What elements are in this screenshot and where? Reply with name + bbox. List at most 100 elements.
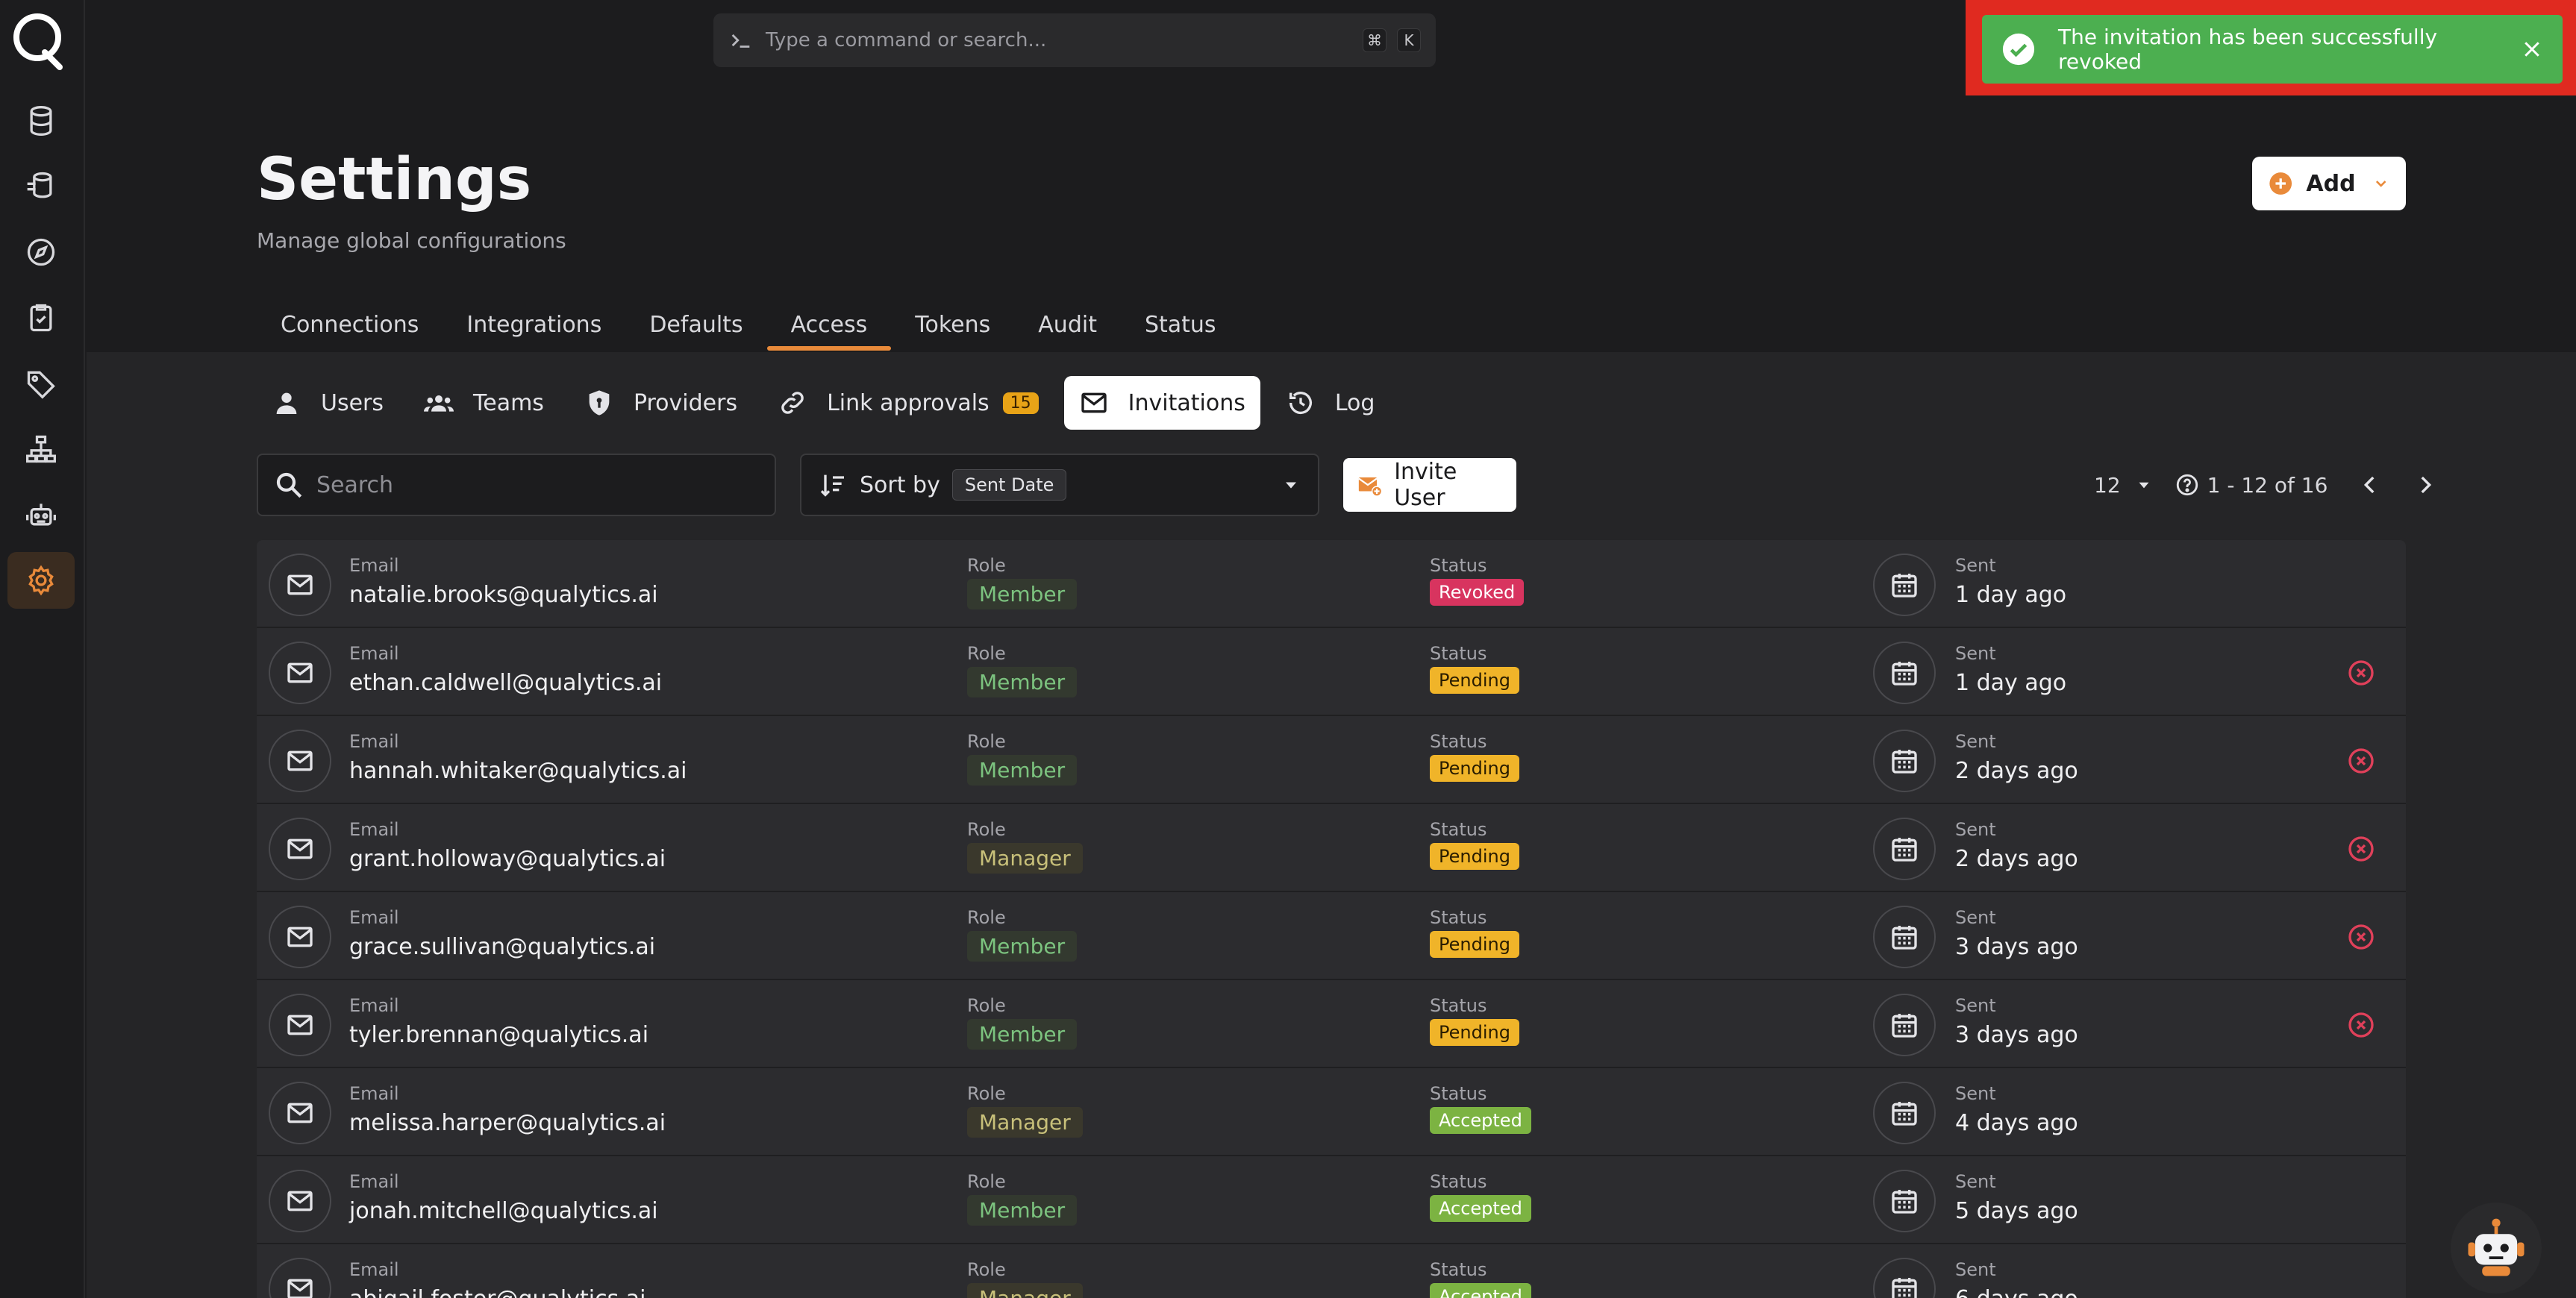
- tab-tokens[interactable]: Tokens: [891, 298, 1014, 351]
- close-icon[interactable]: [2521, 38, 2543, 60]
- status-badge: Accepted: [1430, 1195, 1531, 1222]
- invite-user-button[interactable]: Invite User: [1343, 458, 1516, 512]
- assistant-bot-button[interactable]: [2451, 1203, 2542, 1294]
- email-value: melissa.harper@qualytics.ai: [349, 1110, 666, 1136]
- tab-connections[interactable]: Connections: [257, 298, 443, 351]
- status-badge: Pending: [1430, 1019, 1519, 1046]
- command-placeholder: Type a command or search...: [766, 29, 1047, 51]
- tab-access[interactable]: Access: [766, 298, 892, 351]
- settings-tabs: Connections Integrations Defaults Access…: [257, 298, 1240, 352]
- add-button-label: Add: [2306, 170, 2356, 197]
- sent-label: Sent: [1955, 907, 1996, 928]
- add-button[interactable]: Add: [2252, 157, 2406, 210]
- page-size-caret-icon[interactable]: [2134, 475, 2154, 495]
- search-placeholder: Search: [316, 471, 394, 498]
- compass-icon[interactable]: [7, 224, 75, 280]
- revoke-invitation-icon[interactable]: [2346, 658, 2376, 688]
- mail-icon: [269, 642, 331, 704]
- role-label: Role: [967, 1259, 1006, 1280]
- table-row[interactable]: Email abigail.foster@qualytics.ai Role Mana…: [257, 1244, 2406, 1298]
- tab-audit[interactable]: Audit: [1014, 298, 1121, 351]
- team-icon: [424, 395, 454, 412]
- subtab-teams[interactable]: Teams: [409, 376, 559, 430]
- tag-icon[interactable]: [7, 355, 75, 412]
- role-label: Role: [967, 731, 1006, 752]
- email-value: natalie.brooks@qualytics.ai: [349, 582, 658, 608]
- chevron-right-icon[interactable]: [2413, 472, 2438, 498]
- subtab-users[interactable]: Users: [257, 376, 398, 430]
- sent-label: Sent: [1955, 1083, 1996, 1104]
- mail-icon: [1081, 392, 1107, 413]
- email-label: Email: [349, 819, 399, 840]
- gear-icon[interactable]: [7, 552, 75, 609]
- subtab-log[interactable]: Log: [1271, 376, 1390, 430]
- calendar-icon: [1873, 642, 1936, 704]
- role-badge: Manager: [967, 1283, 1083, 1298]
- chevron-left-icon[interactable]: [2357, 472, 2383, 498]
- revoke-invitation-icon[interactable]: [2346, 834, 2376, 864]
- search-input[interactable]: Search: [257, 454, 776, 516]
- calendar-icon: [1873, 1170, 1936, 1232]
- email-label: Email: [349, 907, 399, 928]
- pagination: 12 1 - 12 of 16: [2094, 463, 2438, 507]
- status-label: Status: [1430, 819, 1487, 840]
- robot-icon[interactable]: [7, 486, 75, 543]
- datastream-icon[interactable]: [7, 158, 75, 215]
- table-row[interactable]: Email grace.sullivan@qualytics.ai Role Memb…: [257, 892, 2406, 980]
- hierarchy-icon[interactable]: [7, 421, 75, 477]
- command-search-bar[interactable]: Type a command or search... ⌘ K: [713, 13, 1436, 67]
- robot-icon: [2468, 1218, 2525, 1276]
- table-row[interactable]: Email grant.holloway@qualytics.ai Role Mana…: [257, 804, 2406, 892]
- table-row[interactable]: Email ethan.caldwell@qualytics.ai Role Memb…: [257, 628, 2406, 716]
- status-label: Status: [1430, 1259, 1487, 1280]
- email-value: jonah.mitchell@qualytics.ai: [349, 1198, 658, 1224]
- role-badge: Member: [967, 755, 1078, 786]
- subtab-invitations[interactable]: Invitations: [1063, 376, 1260, 430]
- table-row[interactable]: Email natalie.brooks@qualytics.ai Role Memb…: [257, 540, 2406, 628]
- table-row[interactable]: Email jonah.mitchell@qualytics.ai Role Memb…: [257, 1156, 2406, 1244]
- status-badge: Revoked: [1430, 579, 1525, 606]
- sent-value: 5 days ago: [1955, 1198, 2078, 1224]
- subtab-providers[interactable]: Providers: [569, 376, 752, 430]
- sent-value: 1 day ago: [1955, 582, 2067, 608]
- help-circle-icon[interactable]: [2175, 472, 2200, 498]
- email-value: ethan.caldwell@qualytics.ai: [349, 670, 663, 696]
- mail-plus-icon: [1358, 477, 1383, 497]
- table-row[interactable]: Email tyler.brennan@qualytics.ai Role Membe…: [257, 980, 2406, 1068]
- mail-icon: [269, 1258, 331, 1298]
- status-label: Status: [1430, 1083, 1487, 1104]
- status-label: Status: [1430, 995, 1487, 1016]
- search-icon: [276, 472, 302, 498]
- subtab-invitations-label: Invitations: [1128, 389, 1245, 416]
- qualytics-logo[interactable]: [10, 10, 67, 70]
- role-badge: Manager: [967, 843, 1083, 874]
- revoke-invitation-icon[interactable]: [2346, 746, 2376, 776]
- sort-select[interactable]: Sort by Sent Date: [800, 454, 1319, 516]
- sort-value-chip: Sent Date: [951, 469, 1067, 501]
- role-label: Role: [967, 555, 1006, 576]
- table-row[interactable]: Email hannah.whitaker@qualytics.ai Role Mem…: [257, 716, 2406, 804]
- revoke-invitation-icon[interactable]: [2346, 922, 2376, 952]
- sent-label: Sent: [1955, 1259, 1996, 1280]
- clipboard-check-icon[interactable]: [7, 289, 75, 346]
- tab-defaults[interactable]: Defaults: [625, 298, 766, 351]
- status-badge: Pending: [1430, 755, 1519, 782]
- mail-icon: [269, 1170, 331, 1232]
- revoke-invitation-icon[interactable]: [2346, 1010, 2376, 1040]
- mail-icon: [269, 818, 331, 880]
- database-icon[interactable]: [7, 93, 75, 149]
- sent-label: Sent: [1955, 643, 1996, 664]
- role-label: Role: [967, 1083, 1006, 1104]
- shortcut-key-k: K: [1397, 28, 1421, 52]
- tab-integrations[interactable]: Integrations: [443, 298, 625, 351]
- page-size-value[interactable]: 12: [2094, 473, 2121, 498]
- tab-status[interactable]: Status: [1121, 298, 1240, 351]
- email-value: abigail.foster@qualytics.ai: [349, 1286, 646, 1298]
- sent-label: Sent: [1955, 995, 1996, 1016]
- sent-value: 3 days ago: [1955, 934, 2078, 960]
- role-badge: Member: [967, 579, 1078, 609]
- subtab-link-approvals[interactable]: Link approvals 15: [763, 376, 1054, 430]
- table-row[interactable]: Email melissa.harper@qualytics.ai Role Mana…: [257, 1068, 2406, 1156]
- status-badge: Accepted: [1430, 1107, 1531, 1134]
- status-badge: Pending: [1430, 843, 1519, 870]
